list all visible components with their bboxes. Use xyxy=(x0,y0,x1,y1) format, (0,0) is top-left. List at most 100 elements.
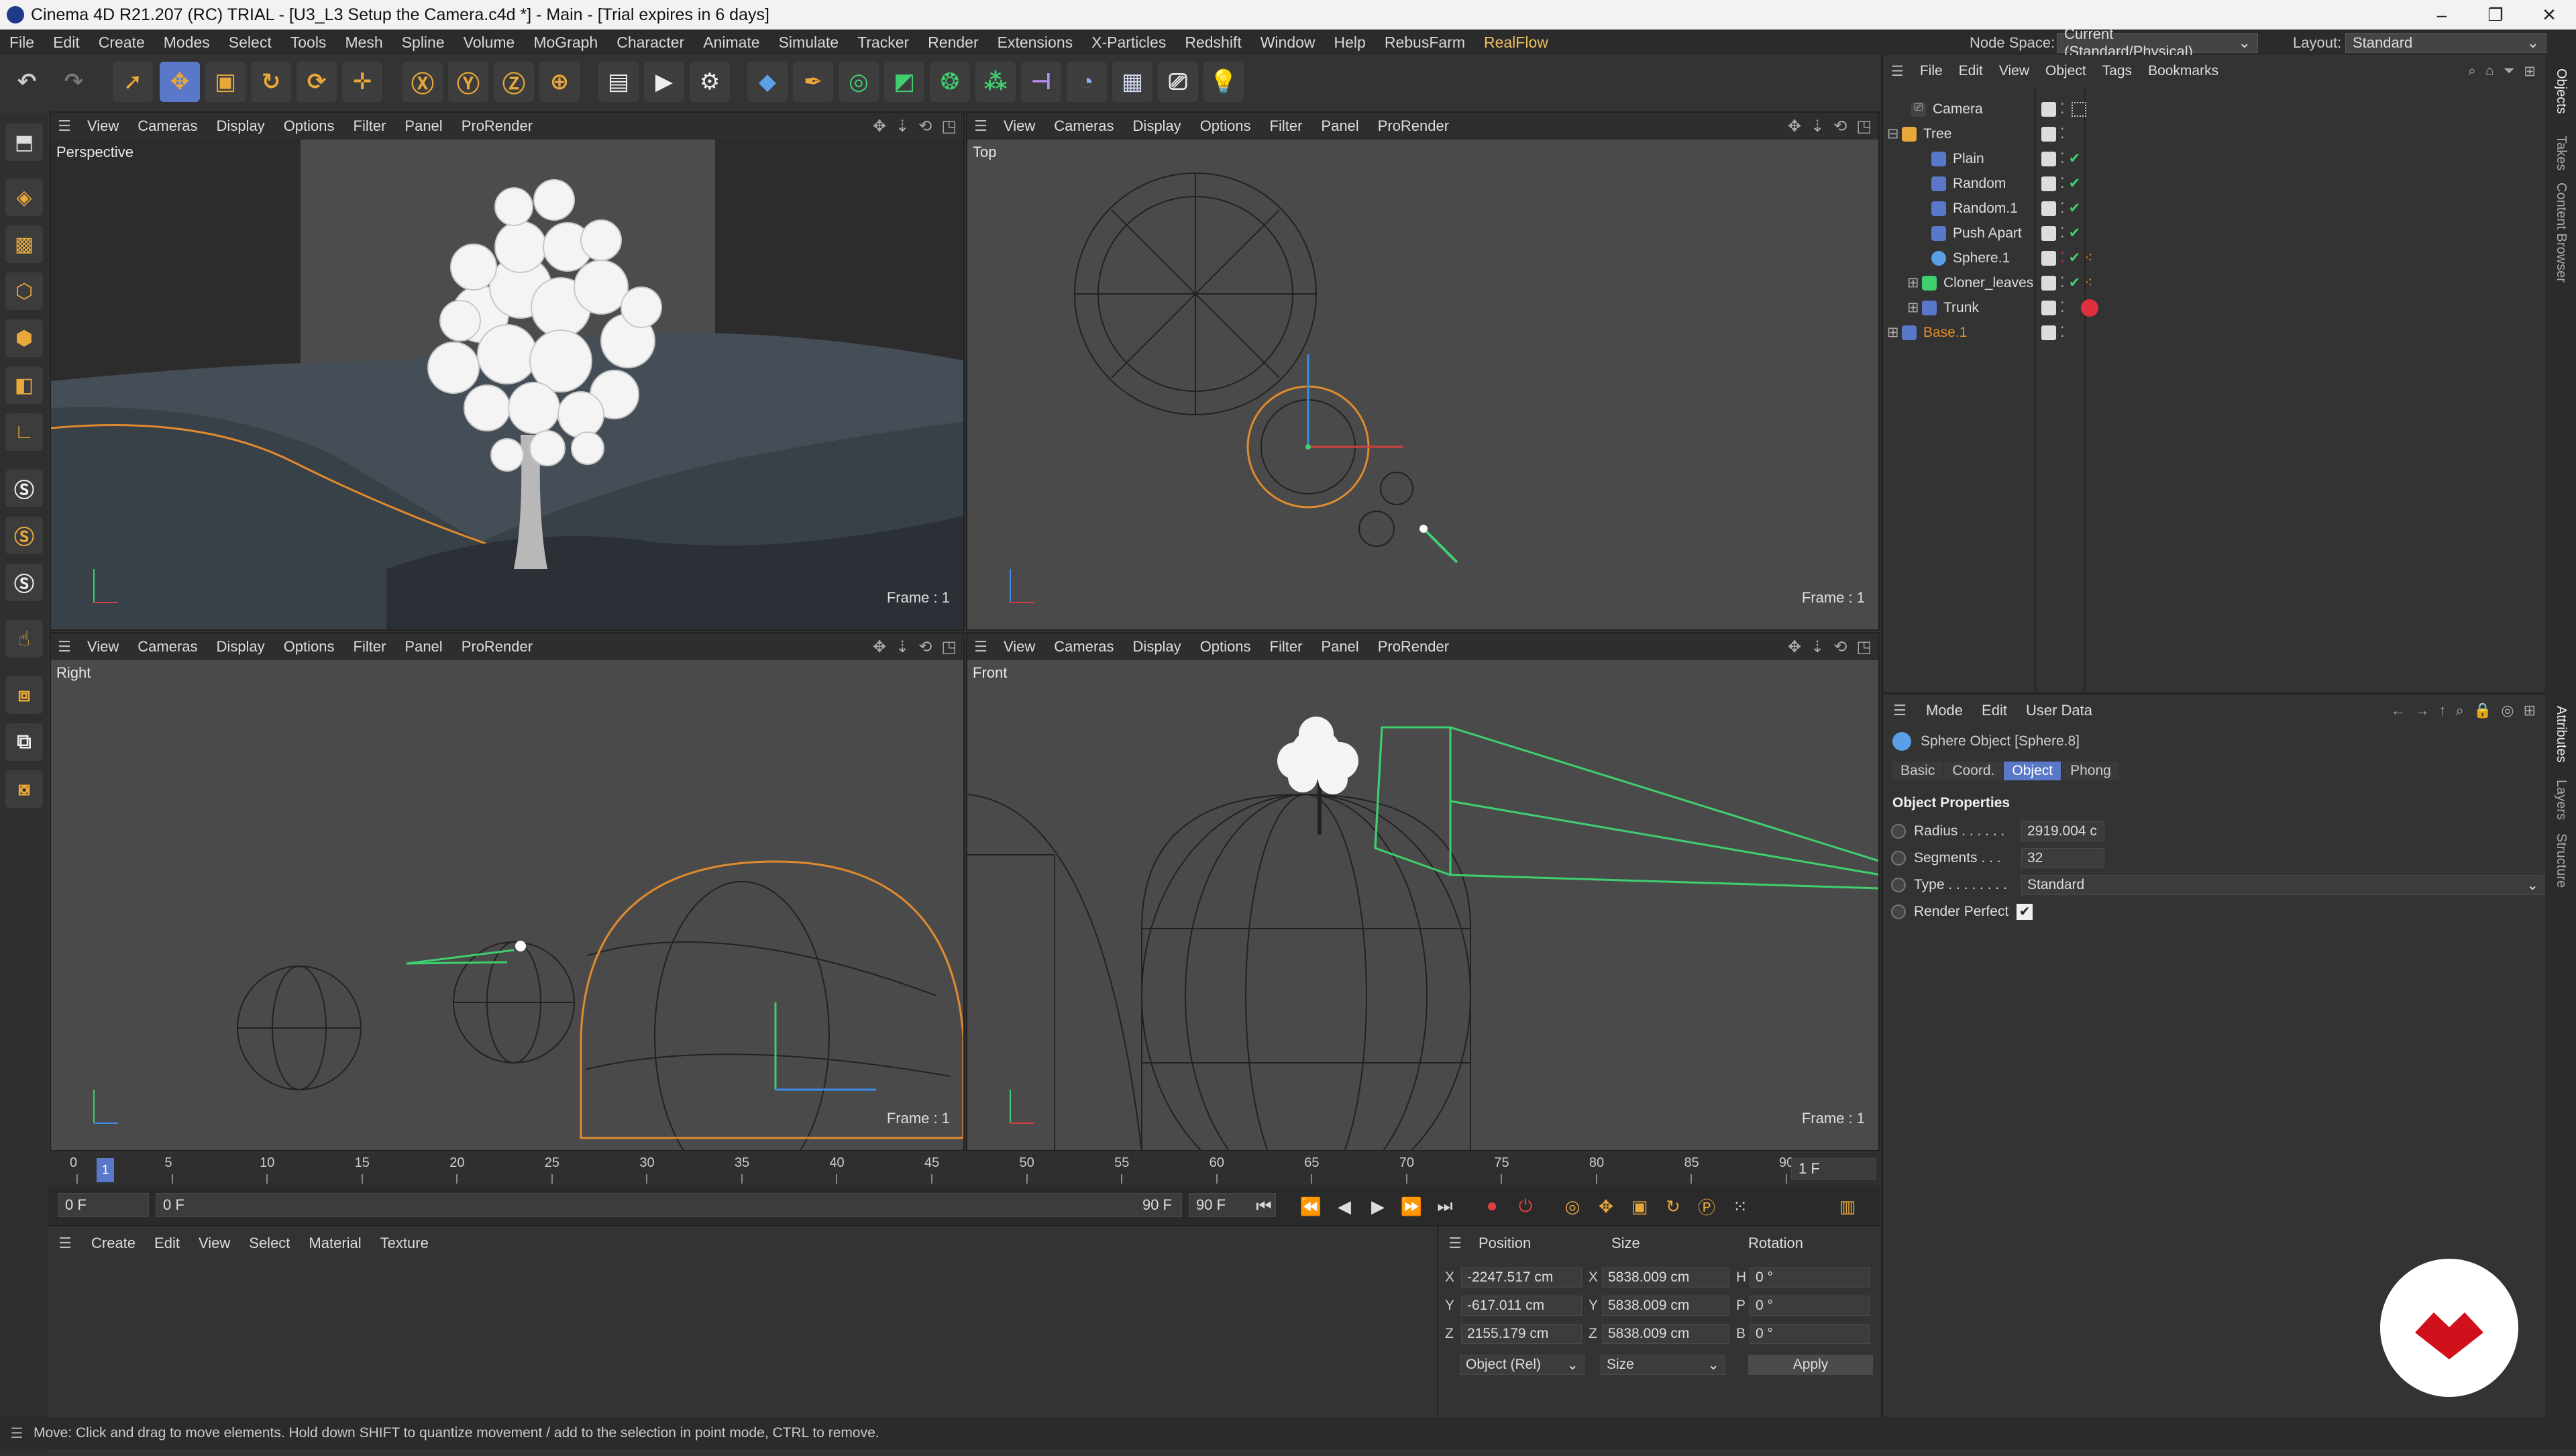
hamburger-icon[interactable]: ☰ xyxy=(1883,702,1917,719)
menu-extensions[interactable]: Extensions xyxy=(988,34,1083,52)
autokeying-icon[interactable]: ⏻ xyxy=(1511,1192,1540,1221)
viewport-menu-panel[interactable]: Panel xyxy=(1311,117,1368,135)
collapse-icon[interactable]: ⊟ xyxy=(1887,125,1902,142)
points-mode-icon[interactable]: ⬡ xyxy=(5,272,43,310)
keyframe-selection-icon[interactable]: ◎ xyxy=(1558,1192,1587,1221)
undo-icon[interactable]: ↶ xyxy=(7,62,47,102)
menu-help[interactable]: Help xyxy=(1325,34,1375,52)
material-menu-texture[interactable]: Texture xyxy=(371,1235,438,1252)
pan-icon[interactable]: ✥ xyxy=(873,637,886,657)
redo-icon[interactable]: ↷ xyxy=(54,62,94,102)
rotate-tool-icon[interactable]: ↻ xyxy=(251,62,291,102)
viewport-menu-options[interactable]: Options xyxy=(274,117,344,135)
next-frame-icon[interactable]: ⏩ xyxy=(1397,1192,1426,1221)
timeline-window-icon[interactable]: ▥ xyxy=(1833,1192,1862,1221)
x-axis-lock-icon[interactable]: Ⓧ xyxy=(402,62,443,102)
previous-frame-icon[interactable]: ◀ xyxy=(1330,1192,1359,1221)
type-dropdown[interactable]: Standard ⌄ xyxy=(2021,875,2544,895)
size-z-field[interactable]: 5838.009 cm xyxy=(1602,1324,1729,1344)
menu-redshift[interactable]: Redshift xyxy=(1175,34,1250,52)
filter-icon[interactable]: ⏷ xyxy=(2504,63,2515,80)
rotation-h-field[interactable]: 0 ° xyxy=(1750,1267,1870,1288)
viewport-menu-cameras[interactable]: Cameras xyxy=(1044,638,1123,656)
hamburger-icon[interactable]: ☰ xyxy=(48,1235,82,1252)
visibility-dots-icon[interactable]: ⁚ xyxy=(2060,274,2065,291)
record-rotation-icon[interactable]: ↻ xyxy=(1658,1192,1688,1221)
viewport-menu-view[interactable]: View xyxy=(78,117,128,135)
new-window-icon[interactable]: ⊞ xyxy=(2524,63,2536,80)
viewport-menu-filter[interactable]: Filter xyxy=(1260,638,1312,656)
mograph-icon[interactable]: ⁂ xyxy=(975,62,1016,102)
menu-select[interactable]: Select xyxy=(219,34,281,52)
viewport-menu-panel[interactable]: Panel xyxy=(1311,638,1368,656)
animation-toggle-icon[interactable] xyxy=(1891,824,1906,839)
visibility-dots-icon[interactable]: ⁚ xyxy=(2060,125,2065,142)
tab-basic[interactable]: Basic xyxy=(1892,762,1943,780)
visibility-dots-icon[interactable]: ⁚ xyxy=(2060,200,2065,217)
menu-render[interactable]: Render xyxy=(918,34,987,52)
record-parameter-icon[interactable]: Ⓟ xyxy=(1692,1192,1721,1221)
settings-icon[interactable]: ◎ xyxy=(2501,702,2514,719)
tab-object[interactable]: Object xyxy=(2004,762,2061,780)
enabled-check-icon[interactable]: ✔ xyxy=(2069,274,2081,291)
viewport-menu-panel[interactable]: Panel xyxy=(395,638,451,656)
material-menu-material[interactable]: Material xyxy=(299,1235,370,1252)
object-row-cloner-leaves[interactable]: ⊞ Cloner_leaves ⁚ ✔ ⁖ xyxy=(1883,270,2545,295)
object-row-camera[interactable]: ⎚ Camera ⁚ xyxy=(1883,97,2545,121)
layer-toggle-icon[interactable] xyxy=(2041,101,2056,117)
new-window-icon[interactable]: ⊞ xyxy=(2524,702,2536,719)
object-row-trunk[interactable]: ⊞ Trunk ⁚ xyxy=(1883,295,2545,320)
object-row-push-apart[interactable]: Push Apart ⁚ ✔ xyxy=(1883,221,2545,246)
light-object-icon[interactable]: 💡 xyxy=(1203,62,1244,102)
menu-window[interactable]: Window xyxy=(1251,34,1325,52)
timeline-ruler[interactable]: 0 5 10 15 20 25 30 35 40 45 50 55 60 65 70 75 80 85 90 1 1… xyxy=(48,1153,1880,1185)
coordinate-system-icon[interactable]: ⊕ xyxy=(539,62,580,102)
viewport-menu-display[interactable]: Display xyxy=(207,117,274,135)
tab-coord[interactable]: Coord. xyxy=(1944,762,2003,780)
material-menu-edit[interactable]: Edit xyxy=(145,1235,189,1252)
hamburger-icon[interactable]: ☰ xyxy=(967,638,994,656)
menu-spline[interactable]: Spline xyxy=(392,34,454,52)
minimize-button[interactable]: – xyxy=(2415,0,2469,30)
menu-tracker[interactable]: Tracker xyxy=(848,34,918,52)
solo-icon[interactable]: Ⓢ xyxy=(5,517,43,554)
tweak-mode-icon[interactable]: ☝ xyxy=(5,620,43,658)
orbit-icon[interactable]: ⟲ xyxy=(1833,637,1847,657)
z-axis-lock-icon[interactable]: Ⓩ xyxy=(494,62,534,102)
layer-toggle-icon[interactable] xyxy=(2041,201,2056,216)
axis-mode-icon[interactable]: ∟ xyxy=(5,413,43,451)
side-tab-layers[interactable]: Layers xyxy=(2553,780,2569,820)
node-space-dropdown[interactable]: Current (Standard/Physical) ⌄ xyxy=(2057,25,2258,60)
home-icon[interactable]: ⌂ xyxy=(2485,63,2494,80)
viewport-menu-cameras[interactable]: Cameras xyxy=(128,117,207,135)
viewport-menu-prorender[interactable]: ProRender xyxy=(452,117,542,135)
cloner-icon[interactable]: ❂ xyxy=(930,62,970,102)
layout-dropdown[interactable]: Standard ⌄ xyxy=(2345,33,2546,53)
make-editable-icon[interactable]: ⬒ xyxy=(5,123,43,161)
menu-create[interactable]: Create xyxy=(89,34,154,52)
object-row-base-1[interactable]: ⊞ Base.1 ⁚ xyxy=(1883,320,2545,345)
model-mode-icon[interactable]: ◈ xyxy=(5,178,43,216)
viewport-menu-options[interactable]: Options xyxy=(1191,638,1260,656)
viewport-menu-prorender[interactable]: ProRender xyxy=(1368,117,1458,135)
menu-character[interactable]: Character xyxy=(607,34,694,52)
scale-tool-icon[interactable]: ▣ xyxy=(205,62,246,102)
visibility-dots-icon[interactable]: ⁚ xyxy=(2060,225,2065,242)
orbit-icon[interactable]: ⟲ xyxy=(918,117,932,136)
animation-toggle-icon[interactable] xyxy=(1891,904,1906,919)
tag-icon[interactable]: ⁖ xyxy=(2084,274,2092,291)
deformer-icon[interactable]: ⊣ xyxy=(1021,62,1061,102)
menu-modes[interactable]: Modes xyxy=(154,34,219,52)
subdivision-surface-icon[interactable]: ◎ xyxy=(839,62,879,102)
lock-icon[interactable]: 🔒 xyxy=(2473,702,2491,719)
object-row-random-1[interactable]: Random.1 ⁚ ✔ xyxy=(1883,196,2545,221)
enabled-check-icon[interactable]: ✔ xyxy=(2069,225,2081,242)
pen-spline-icon[interactable]: ✒ xyxy=(793,62,833,102)
hamburger-icon[interactable]: ☰ xyxy=(967,117,994,135)
viewport-menu-filter[interactable]: Filter xyxy=(344,638,396,656)
menu-mesh[interactable]: Mesh xyxy=(335,34,392,52)
pan-icon[interactable]: ✥ xyxy=(1788,117,1801,136)
layer-toggle-icon[interactable] xyxy=(2041,126,2056,142)
restore-button[interactable]: ❐ xyxy=(2469,0,2522,30)
maximize-view-icon[interactable]: ◳ xyxy=(1856,117,1872,136)
